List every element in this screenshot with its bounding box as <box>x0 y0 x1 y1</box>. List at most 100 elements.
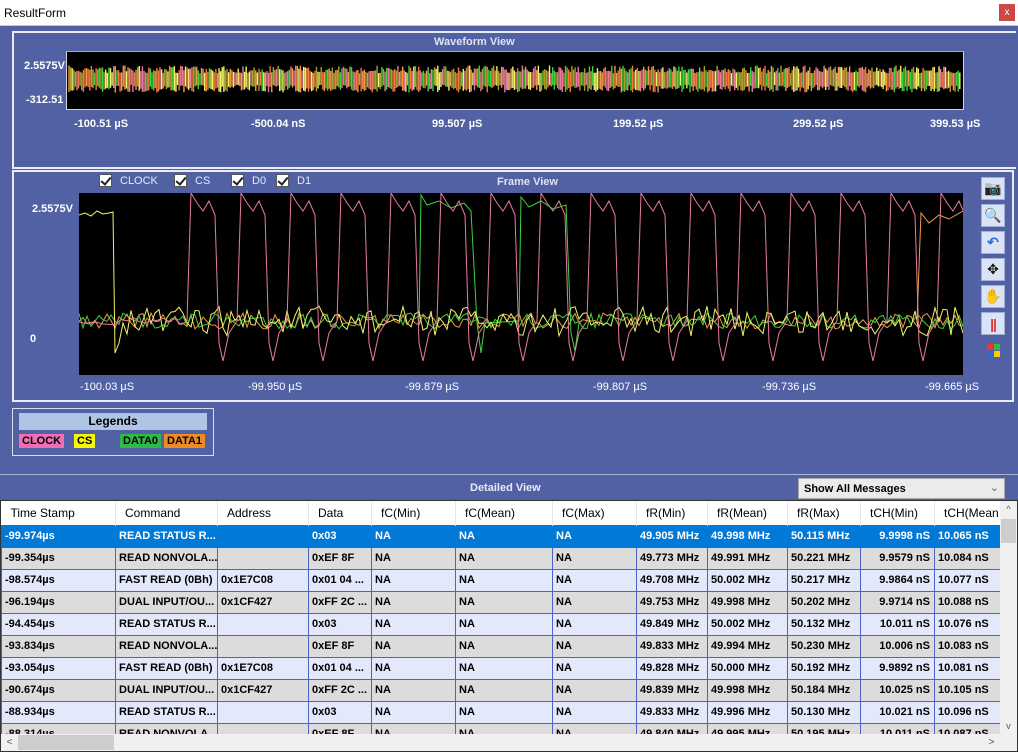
table-cell: NA <box>455 656 553 680</box>
table-row[interactable]: -93.834µs READ NONVOLA... 0xEF 8F NA NA NA 49.… <box>1 634 1017 658</box>
table-cell: 0x1E7C08 <box>217 656 309 680</box>
table-cell: 50.230 MHz <box>787 634 861 658</box>
checkbox-d1[interactable]: D1 <box>276 174 311 187</box>
table-cell: 9.9892 nS <box>860 656 935 680</box>
table-cell: 49.753 MHz <box>636 590 708 614</box>
scroll-up-icon[interactable]: ^ <box>1000 501 1017 518</box>
table-cell: -93.054µs <box>1 656 116 680</box>
vertical-scroll-thumb[interactable] <box>1001 519 1016 543</box>
checkbox-clock[interactable]: CLOCK <box>99 174 158 187</box>
table-cell: 0xEF 8F <box>308 546 372 570</box>
column-header[interactable]: fC(Max) <box>552 501 637 525</box>
column-header[interactable]: fR(Min) <box>636 501 708 525</box>
table-cell: -98.574µs <box>1 568 116 592</box>
table-cell: -94.454µs <box>1 612 116 636</box>
checkbox-box[interactable] <box>231 174 244 187</box>
table-row[interactable]: -88.934µs READ STATUS R... 0x03 NA NA NA 49.83… <box>1 700 1017 724</box>
title-bar: ResultForm x <box>0 0 1018 26</box>
table-cell: 10.021 nS <box>860 700 935 724</box>
table-cell: NA <box>455 612 553 636</box>
window-title: ResultForm <box>4 6 67 20</box>
waveform-plot[interactable] <box>66 51 964 110</box>
table-cell: -96.194µs <box>1 590 116 614</box>
cursor-markers-icon: || <box>990 315 997 332</box>
table-cell: 49.998 MHz <box>707 524 788 548</box>
table-cell: NA <box>455 524 553 548</box>
waveform-x-tick: 299.52 µS <box>793 118 844 130</box>
column-header[interactable]: Time Stamp <box>1 501 116 525</box>
table-row[interactable]: -93.054µs FAST READ (0Bh) 0x1E7C08 0x01 04 … <box>1 656 1017 680</box>
scroll-right-icon[interactable]: > <box>983 734 1000 751</box>
table-cell: NA <box>552 568 637 592</box>
table-row[interactable]: -96.194µs DUAL INPUT/OU... 0x1CF427 0xFF 2C… <box>1 590 1017 614</box>
column-header[interactable]: Address <box>217 501 309 525</box>
table-row[interactable]: -98.574µs FAST READ (0Bh) 0x1E7C08 0x01 04 … <box>1 568 1017 592</box>
close-button[interactable]: x <box>999 4 1015 21</box>
column-header[interactable]: tCH(Min) <box>860 501 935 525</box>
table-cell <box>217 634 309 658</box>
column-header[interactable]: Data <box>308 501 372 525</box>
column-header[interactable]: fR(Mean) <box>707 501 788 525</box>
scroll-down-icon[interactable]: v <box>1000 718 1017 735</box>
table-cell: READ STATUS R... <box>115 524 218 548</box>
undo-button[interactable]: ↶ <box>981 231 1005 254</box>
vertical-scrollbar[interactable]: ^ v <box>1000 501 1017 735</box>
table-cell: 49.905 MHz <box>636 524 708 548</box>
scroll-left-icon[interactable]: < <box>1 734 18 751</box>
frame-x-tick: -99.879 µS <box>405 381 460 393</box>
table-row[interactable]: -94.454µs READ STATUS R... 0x03 NA NA NA 49.84… <box>1 612 1017 636</box>
screenshot-icon: 📷 <box>984 180 1002 196</box>
horizontal-scrollbar[interactable]: < > <box>1 734 1017 751</box>
column-header[interactable]: fC(Min) <box>371 501 456 525</box>
table-cell <box>217 546 309 570</box>
table-cell: DUAL INPUT/OU... <box>115 678 218 702</box>
table-cell: 49.708 MHz <box>636 568 708 592</box>
table-row[interactable]: -90.674µs DUAL INPUT/OU... 0x1CF427 0xFF 2C… <box>1 678 1017 702</box>
table-cell <box>217 700 309 724</box>
table-cell: 49.998 MHz <box>707 678 788 702</box>
trace-d0-pulse <box>418 193 580 354</box>
table-cell: 0x01 04 ... <box>308 568 372 592</box>
table-cell: NA <box>455 700 553 724</box>
message-filter-dropdown[interactable]: Show All Messages ⌄ <box>798 478 1005 499</box>
table-cell: 49.833 MHz <box>636 700 708 724</box>
table-cell: NA <box>371 524 456 548</box>
table-row[interactable]: -99.974µs READ STATUS R... 0x03 NA NA NA 49.90… <box>1 524 1017 548</box>
checkbox-d0[interactable]: D0 <box>231 174 266 187</box>
checkbox-label: D1 <box>297 174 312 187</box>
horizontal-scroll-thumb[interactable] <box>18 735 114 750</box>
frame-plot[interactable] <box>79 193 963 375</box>
screenshot-button[interactable]: 📷 <box>981 177 1005 200</box>
table-cell: 50.132 MHz <box>787 612 861 636</box>
column-header[interactable]: fR(Max) <box>787 501 861 525</box>
table-cell: 49.773 MHz <box>636 546 708 570</box>
checkbox-box[interactable] <box>276 174 289 187</box>
table-cell: NA <box>552 656 637 680</box>
table-cell: 49.998 MHz <box>707 590 788 614</box>
table-row[interactable]: -99.354µs READ NONVOLA... 0xEF 8F NA NA NA 49.… <box>1 546 1017 570</box>
column-header[interactable]: fC(Mean) <box>455 501 553 525</box>
checkbox-box[interactable] <box>174 174 187 187</box>
frame-traces <box>79 193 963 362</box>
table-cell: DUAL INPUT/OU... <box>115 590 218 614</box>
table-cell: 49.994 MHz <box>707 634 788 658</box>
color-button[interactable] <box>981 339 1005 362</box>
column-header[interactable]: Command <box>115 501 218 525</box>
pan-button[interactable]: ✋ <box>981 285 1005 308</box>
frame-x-tick: -99.950 µS <box>248 381 303 393</box>
checkbox-box[interactable] <box>99 174 112 187</box>
detailed-view-table: Time Stamp Command Address Data fC(Min) fC(Me… <box>0 500 1018 752</box>
table-cell: NA <box>371 568 456 592</box>
legend-data0: DATA0 <box>120 434 162 448</box>
markers-button[interactable]: || <box>981 312 1005 335</box>
checkbox-cs[interactable]: CS <box>174 174 210 187</box>
move-icon: ✥ <box>987 261 999 277</box>
move-button[interactable]: ✥ <box>981 258 1005 281</box>
table-cell: 50.217 MHz <box>787 568 861 592</box>
table-cell: 10.006 nS <box>860 634 935 658</box>
zoom-window-button[interactable]: 🔍 <box>981 204 1005 227</box>
table-cell: NA <box>552 590 637 614</box>
table-cell: -99.354µs <box>1 546 116 570</box>
waveform-y-bottom: -312.51 <box>26 94 64 106</box>
table-cell: 49.849 MHz <box>636 612 708 636</box>
